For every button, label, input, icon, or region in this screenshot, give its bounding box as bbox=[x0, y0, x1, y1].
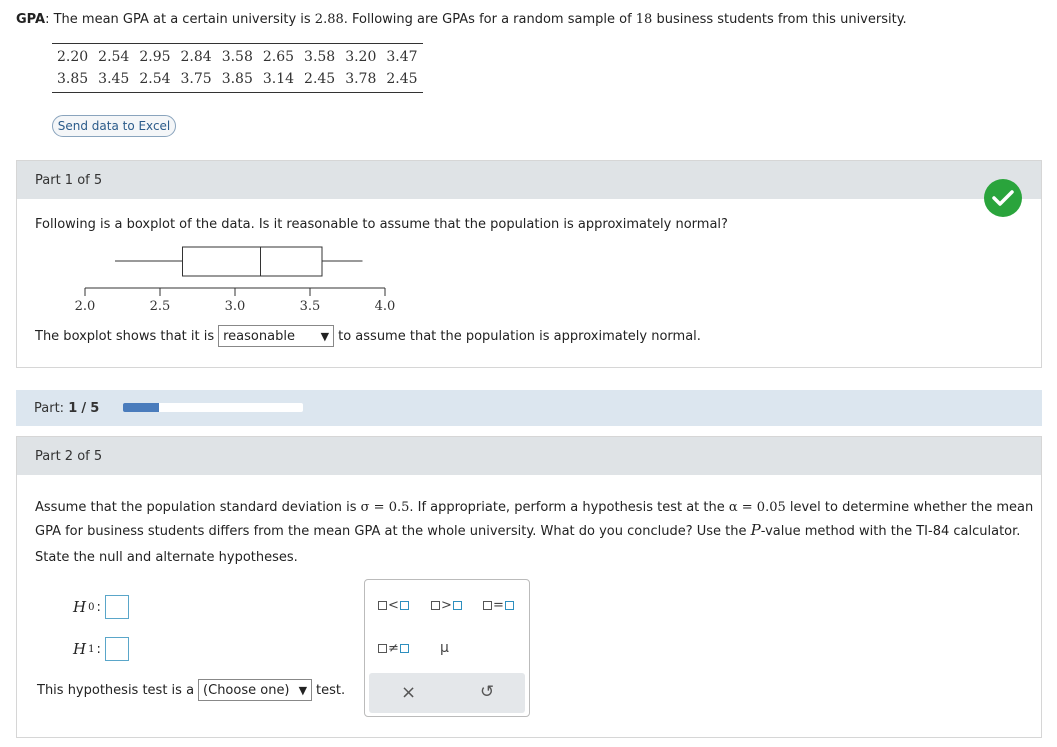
axis-tick-label: 4.0 bbox=[374, 299, 396, 314]
progress-label: Part: bbox=[34, 400, 65, 416]
table-cell: 2.84 bbox=[180, 49, 212, 65]
alpha-expression: α = 0.05 bbox=[728, 500, 786, 515]
operator-symbol: > bbox=[441, 598, 452, 613]
progress-separator: / bbox=[81, 400, 87, 416]
table-row: 3.85 3.45 2.54 3.75 3.85 3.14 2.45 3.78 … bbox=[52, 68, 423, 93]
question-text: Assume that the population standard devi… bbox=[35, 500, 361, 515]
axis-tick-label: 3.0 bbox=[224, 299, 246, 314]
p-symbol: P bbox=[750, 521, 761, 539]
equals-button[interactable]: = bbox=[483, 598, 514, 613]
boxplot-box bbox=[182, 246, 323, 277]
placeholder-square-icon bbox=[504, 601, 514, 610]
question-text: -value method with the TI-84 calculator. bbox=[760, 524, 1021, 539]
test-prefix: This hypothesis test is a bbox=[37, 682, 195, 698]
table-cell: 2.95 bbox=[139, 49, 171, 65]
palette-actions: × ↺ bbox=[369, 673, 525, 713]
dropdown-arrow-icon: ▼ bbox=[320, 329, 330, 343]
instruction: State the null and alternate hypotheses. bbox=[35, 550, 298, 565]
mean-value: 2.88 bbox=[314, 12, 344, 27]
progress-current: 1 bbox=[68, 400, 78, 416]
progress-total: 5 bbox=[90, 400, 100, 416]
table-cell: 3.47 bbox=[386, 49, 418, 65]
progress-fill bbox=[123, 403, 159, 412]
h0-subscript: 0 bbox=[88, 601, 95, 613]
greater-than-button[interactable]: > bbox=[431, 598, 462, 613]
question-text: GPA for business students differs from t… bbox=[35, 524, 751, 539]
question-text: . If appropriate, perform a hypothesis t… bbox=[409, 500, 729, 515]
test-type-row: This hypothesis test is a (Choose one) ▼… bbox=[37, 679, 345, 701]
table-cell: 3.45 bbox=[98, 71, 130, 87]
axis-tick-label: 3.5 bbox=[299, 299, 321, 314]
correct-check-icon bbox=[984, 179, 1022, 217]
table-cell: 3.85 bbox=[57, 71, 89, 87]
test-type-select[interactable]: (Choose one) ▼ bbox=[198, 679, 313, 701]
part1-panel: Part 1 of 5 Following is a boxplot of th… bbox=[16, 160, 1042, 368]
clear-button[interactable]: × bbox=[401, 682, 416, 703]
math-palette: < > = ≠ μ × ↺ bbox=[364, 579, 530, 717]
question-text: level to determine whether the mean bbox=[785, 500, 1034, 515]
table-cell: 2.45 bbox=[386, 71, 418, 87]
table-cell: 3.85 bbox=[221, 71, 253, 87]
table-cell: 3.75 bbox=[180, 71, 212, 87]
operator-symbol: < bbox=[388, 598, 399, 613]
problem-intro: GPA: The mean GPA at a certain universit… bbox=[16, 12, 907, 27]
axis-tick-label: 2.5 bbox=[149, 299, 171, 314]
placeholder-square-icon bbox=[431, 601, 440, 610]
part2-header: Part 2 of 5 bbox=[17, 437, 1041, 475]
axis-tick-label: 2.0 bbox=[74, 299, 96, 314]
intro-text: business students from this university. bbox=[652, 12, 907, 27]
placeholder-square-icon bbox=[483, 601, 492, 610]
part2-question: Assume that the population standard devi… bbox=[35, 497, 1033, 543]
table-cell: 3.14 bbox=[262, 71, 295, 87]
answer-suffix: to assume that the population is approxi… bbox=[338, 328, 701, 344]
h1-label: H bbox=[73, 640, 87, 658]
table-cell: 3.78 bbox=[345, 71, 377, 87]
placeholder-square-icon bbox=[378, 601, 387, 610]
sigma-expression: σ = 0.5 bbox=[360, 500, 410, 515]
h0-row: H0: bbox=[73, 595, 129, 619]
table-cell: 2.20 bbox=[57, 49, 89, 65]
table-cell: 2.54 bbox=[98, 49, 130, 65]
part-progress: Part: 1 / 5 bbox=[16, 390, 1042, 426]
intro-text: : The mean GPA at a certain university i… bbox=[45, 12, 315, 27]
h0-input[interactable] bbox=[104, 595, 129, 619]
table-cell: 2.65 bbox=[262, 49, 295, 65]
table-row: 2.20 2.54 2.95 2.84 3.58 2.65 3.58 3.20 … bbox=[52, 44, 423, 69]
placeholder-square-icon bbox=[399, 601, 409, 610]
mu-button[interactable]: μ bbox=[440, 640, 449, 656]
progress-track bbox=[123, 403, 303, 412]
problem-label: GPA bbox=[16, 12, 46, 27]
operator-symbol: ≠ bbox=[388, 641, 399, 656]
test-suffix: test. bbox=[316, 682, 346, 698]
table-cell: 2.45 bbox=[304, 71, 336, 87]
select-value: reasonable bbox=[223, 328, 295, 344]
table-cell: 3.58 bbox=[221, 49, 253, 65]
table-cell: 2.54 bbox=[139, 71, 171, 87]
operator-symbol: = bbox=[493, 598, 504, 613]
part1-answer-row: The boxplot shows that it is reasonable … bbox=[35, 325, 701, 347]
h1-input[interactable] bbox=[104, 637, 129, 661]
h1-subscript: 1 bbox=[88, 643, 95, 655]
table-cell: 3.20 bbox=[345, 49, 377, 65]
undo-button[interactable]: ↺ bbox=[480, 682, 494, 702]
h0-label: H bbox=[73, 598, 87, 616]
sample-size: 18 bbox=[635, 12, 653, 27]
placeholder-square-icon bbox=[452, 601, 462, 610]
h1-row: H1: bbox=[73, 637, 129, 661]
dropdown-arrow-icon: ▼ bbox=[298, 683, 308, 697]
part1-header: Part 1 of 5 bbox=[17, 161, 1041, 199]
select-value: (Choose one) bbox=[203, 682, 290, 698]
send-to-excel-button[interactable]: Send data to Excel bbox=[52, 115, 176, 137]
part1-question: Following is a boxplot of the data. Is i… bbox=[35, 217, 728, 232]
table-cell: 3.58 bbox=[304, 49, 336, 65]
not-equal-button[interactable]: ≠ bbox=[378, 641, 409, 656]
intro-text: . Following are GPAs for a random sample… bbox=[343, 12, 636, 27]
answer-prefix: The boxplot shows that it is bbox=[35, 328, 215, 344]
normality-select[interactable]: reasonable ▼ bbox=[218, 325, 335, 347]
placeholder-square-icon bbox=[399, 644, 409, 653]
less-than-button[interactable]: < bbox=[378, 598, 409, 613]
gpa-data-table: 2.20 2.54 2.95 2.84 3.58 2.65 3.58 3.20 … bbox=[52, 43, 423, 93]
placeholder-square-icon bbox=[378, 644, 387, 653]
